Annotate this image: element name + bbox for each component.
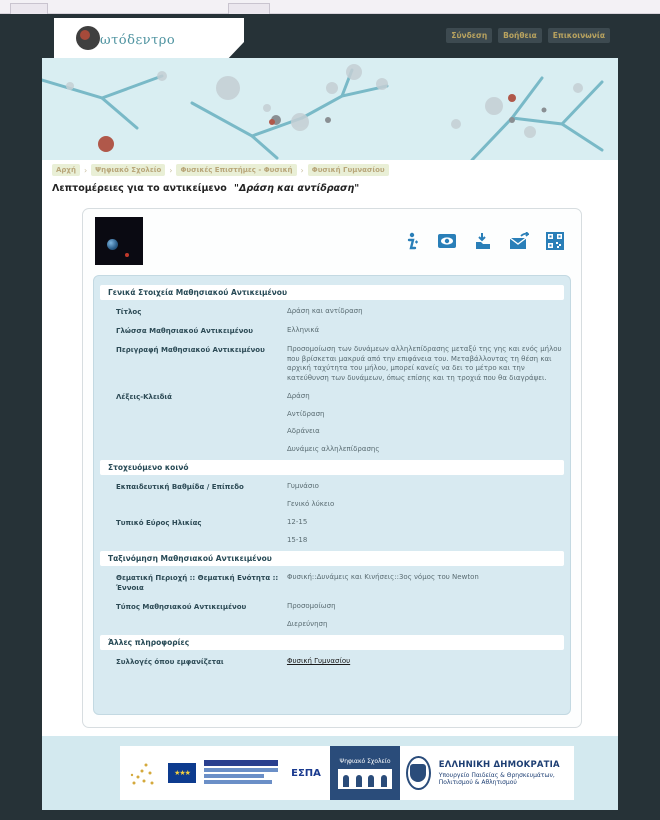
top-links: Σύνδεση Βοήθεια Επικοινωνία: [446, 28, 610, 43]
meta-label: Εκπαιδευτική Βαθμίδα / Επίπεδο: [116, 483, 244, 491]
collection-link[interactable]: Φυσική Γυμνασίου: [287, 657, 350, 665]
apple-thumbnail-graphic: [125, 253, 129, 257]
help-link[interactable]: Βοήθεια: [498, 28, 542, 43]
ministry-name: Υπουργείο Παιδείας & Θρησκευμάτων, Πολιτ…: [438, 772, 555, 786]
page-container: ωτόδεντρο Σύνδεση Βοήθεια Επικοινωνία Αρ…: [42, 14, 618, 810]
footer: ★★★ ΕΣΠΑ Ψηφιακό Σχολείο ΕΛΛΗΝΙΚΗ ΔΗΜΟΚΡ…: [42, 736, 618, 810]
meta-row-title: Τίτλος Δράση και αντίδραση: [100, 304, 564, 317]
meta-value: Φυσική::Δυνάμεις και Κινήσεις::3ος νόμος…: [286, 573, 479, 581]
breadcrumb-home[interactable]: Αρχή: [52, 164, 80, 176]
breadcrumb-digital-school[interactable]: Ψηφιακό Σχολείο: [91, 164, 166, 176]
keyword: Αδράνεια: [286, 427, 320, 435]
browser-tab[interactable]: [10, 3, 48, 14]
meta-value: Γυμνάσιο Γενικό λύκειο: [287, 479, 564, 509]
breadcrumb-separator-icon: ›: [300, 165, 304, 175]
qr-code-icon[interactable]: [545, 231, 565, 251]
earth-thumbnail-graphic: [107, 239, 118, 250]
photodentro-logo-icon: [76, 26, 100, 50]
meta-label: Λέξεις-Κλειδιά: [116, 393, 172, 401]
meta-row-age: Τυπικό Εύρος Ηλικίας 12-15 15-18: [100, 515, 564, 545]
digital-school-people-icon: [338, 768, 392, 789]
page-frame: ωτόδεντρο Σύνδεση Βοήθεια Επικοινωνία Αρ…: [0, 14, 660, 820]
meta-label: Συλλογές όπου εμφανίζεται: [116, 658, 224, 666]
section-audience: Στοχευόμενο κοινό: [100, 460, 564, 475]
meta-row-language: Γλώσσα Μαθησιακού Αντικειμένου Ελληνικά: [100, 323, 564, 336]
download-icon[interactable]: [473, 231, 493, 251]
breadcrumb-physics[interactable]: Φυσικές Επιστήμες - Φυσική: [176, 164, 297, 176]
level-value: Γενικό λύκειο: [286, 499, 335, 508]
info-icon[interactable]: [401, 231, 421, 251]
keyword: Δράση: [286, 392, 310, 400]
meta-value: Ελληνικά: [286, 326, 320, 334]
type-value: Διερεύνηση: [286, 619, 328, 628]
type-value: Προσομοίωση: [286, 602, 336, 610]
meta-row-keywords: Λέξεις-Κλειδιά Δράση Αντίδραση Αδράνεια …: [100, 389, 564, 454]
greek-republic-text: ΕΛΛΗΝΙΚΗ ΔΗΜΟΚΡΑΤΙΑ Υπουργείο Παιδείας &…: [439, 760, 574, 786]
digital-school-logo[interactable]: Ψηφιακό Σχολείο: [330, 746, 400, 800]
login-link[interactable]: Σύνδεση: [446, 28, 493, 43]
eu-flag-icon: ★★★: [168, 763, 196, 783]
breadcrumb-separator-icon: ›: [169, 165, 173, 175]
meta-value: Δράση Αντίδραση Αδράνεια Δυνάμεις αλληλε…: [287, 389, 564, 454]
page-title-prefix: Λεπτομέρειες για το αντικείμενο: [52, 183, 227, 194]
object-title: "Δράση και αντίδραση": [234, 183, 360, 194]
share-icon[interactable]: [509, 231, 529, 251]
keyword: Αντίδραση: [286, 409, 325, 418]
greek-republic-title: ΕΛΛΗΝΙΚΗ ΔΗΜΟΚΡΑΤΙΑ: [438, 760, 560, 770]
greek-republic-logo[interactable]: ΕΛΛΗΝΙΚΗ ΔΗΜΟΚΡΑΤΙΑ Υπουργείο Παιδείας &…: [400, 746, 574, 800]
section-classification: Ταξινόμηση Μαθησιακού Αντικειμένου: [100, 551, 564, 566]
resource-card: Γενικά Στοιχεία Μαθησιακού Αντικειμένου …: [82, 208, 582, 728]
meta-value: Προσομοίωση των δυνάμεων αλληλεπίδρασης …: [286, 345, 562, 382]
breadcrumb-separator-icon: ›: [83, 165, 88, 175]
eu-logo[interactable]: ★★★: [164, 746, 200, 800]
meta-value: Φυσική Γυμνασίου: [287, 654, 564, 667]
meta-value: Δράση και αντίδραση: [286, 307, 363, 315]
espa-text: ΕΣΠΑ: [291, 767, 321, 779]
greek-emblem-icon: [406, 756, 431, 790]
meta-row-type: Τύπος Μαθησιακού Αντικειμένου Προσομοίωσ…: [100, 599, 564, 629]
meta-label: Περιγραφή Μαθησιακού Αντικειμένου: [116, 346, 265, 354]
meta-row-description: Περιγραφή Μαθησιακού Αντικειμένου Προσομ…: [100, 342, 564, 383]
section-general: Γενικά Στοιχεία Μαθησιακού Αντικειμένου: [100, 285, 564, 300]
meta-label: Τύπος Μαθησιακού Αντικειμένου: [116, 603, 247, 611]
page-title: Λεπτομέρειες για το αντικείμενο "Δράση κ…: [52, 183, 359, 194]
meta-row-subject-area: Θεματική Περιοχή :: Θεματική Ενότητα :: …: [100, 570, 564, 593]
digital-school-label: Ψηφιακό Σχολείο: [339, 757, 391, 765]
meta-row-collections: Συλλογές όπου εμφανίζεται Φυσική Γυμνασί…: [100, 654, 564, 667]
logo-area[interactable]: ωτόδεντρο: [54, 18, 244, 58]
contact-link[interactable]: Επικοινωνία: [547, 28, 610, 43]
lifelong-learning-logo[interactable]: [120, 746, 164, 800]
tree-branches-illustration: [42, 64, 604, 160]
preview-icon[interactable]: [437, 231, 457, 251]
meta-label: Θεματική Περιοχή :: Θεματική Ενότητα :: …: [116, 574, 279, 592]
site-header: ωτόδεντρο Σύνδεση Βοήθεια Επικοινωνία: [42, 14, 618, 160]
logo-text: ωτόδεντρο: [100, 33, 176, 48]
meta-value: 12-15 15-18: [287, 515, 564, 545]
resource-actions: [401, 231, 565, 251]
operational-programme-graphic: [204, 760, 278, 786]
browser-tab[interactable]: [228, 3, 270, 14]
sponsor-logos: ★★★ ΕΣΠΑ Ψηφιακό Σχολείο ΕΛΛΗΝΙΚΗ ΔΗΜΟΚΡ…: [120, 746, 574, 800]
operational-programme-logo[interactable]: [200, 746, 282, 800]
age-value: 12-15: [286, 518, 308, 526]
espa-logo[interactable]: ΕΣΠΑ: [282, 746, 330, 800]
metadata-panel: Γενικά Στοιχεία Μαθησιακού Αντικειμένου …: [93, 275, 571, 715]
resource-thumbnail[interactable]: [95, 217, 143, 265]
meta-label: Τυπικό Εύρος Ηλικίας: [116, 519, 202, 527]
meta-value: Προσομοίωση Διερεύνηση: [287, 599, 564, 629]
level-value: Γυμνάσιο: [286, 482, 319, 490]
section-other: Άλλες πληροφορίες: [100, 635, 564, 650]
breadcrumb-physics-gymnasium[interactable]: Φυσική Γυμνασίου: [307, 164, 389, 176]
browser-top-strip: [0, 0, 660, 14]
meta-row-level: Εκπαιδευτική Βαθμίδα / Επίπεδο Γυμνάσιο …: [100, 479, 564, 509]
meta-label: Τίτλος: [116, 308, 142, 316]
keyword: Δυνάμεις αλληλεπίδρασης: [286, 444, 380, 453]
meta-label: Γλώσσα Μαθησιακού Αντικειμένου: [116, 327, 253, 335]
breadcrumb: Αρχή › Ψηφιακό Σχολείο › Φυσικές Επιστήμ…: [52, 164, 389, 176]
age-value: 15-18: [286, 535, 308, 544]
